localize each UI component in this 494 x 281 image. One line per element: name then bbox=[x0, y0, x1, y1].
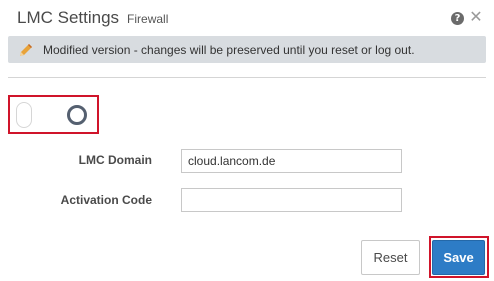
reset-button[interactable]: Reset bbox=[361, 240, 420, 275]
lmc-enable-toggle[interactable] bbox=[16, 102, 90, 128]
question-circle-icon[interactable]: ? bbox=[451, 12, 464, 25]
modified-notice: Modified version - changes will be prese… bbox=[8, 36, 486, 63]
divider bbox=[8, 77, 486, 78]
save-button[interactable]: Save bbox=[432, 240, 485, 275]
dialog-title: LMC Settings bbox=[17, 8, 120, 27]
dialog-header: LMC Settings Firewall bbox=[17, 8, 168, 34]
toggle-off-indicator bbox=[67, 105, 87, 125]
dialog-subtitle: Firewall bbox=[127, 12, 169, 26]
lmc-domain-input[interactable] bbox=[181, 149, 402, 173]
pencil-icon bbox=[17, 41, 35, 59]
activation-code-input[interactable] bbox=[181, 188, 402, 212]
close-icon[interactable]: ✕ bbox=[468, 9, 484, 25]
activation-code-label: Activation Code bbox=[60, 193, 152, 207]
toggle-knob[interactable] bbox=[16, 102, 32, 128]
notice-text: Modified version - changes will be prese… bbox=[43, 42, 415, 57]
lmc-domain-label: LMC Domain bbox=[78, 153, 152, 167]
